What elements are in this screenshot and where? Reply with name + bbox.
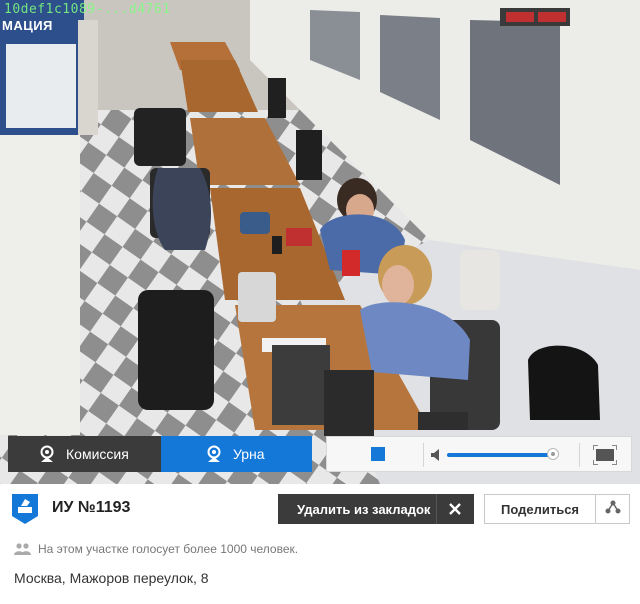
volume-slider[interactable] [447, 453, 553, 457]
fullscreen-icon[interactable] [592, 444, 618, 470]
video-feed[interactable]: 10def1c1089-...d4761 МАЦИЯ Комиссия Урна [0, 0, 640, 484]
camera-icon [38, 445, 56, 463]
share-options-button[interactable] [595, 494, 630, 524]
station-title: ИУ №1193 [52, 499, 131, 516]
camera-frame [0, 0, 640, 484]
stop-icon[interactable] [371, 447, 385, 461]
volume-slider-handle[interactable] [547, 448, 559, 460]
station-info: ИУ №1193 Удалить из закладок Поделиться [0, 484, 640, 604]
voters-count: На этом участке голосует более 1000 чело… [14, 542, 298, 556]
stream-id-overlay: 10def1c1089-...d4761 [4, 2, 171, 17]
close-icon[interactable] [448, 501, 462, 520]
camera-tab-urna[interactable]: Урна [161, 436, 312, 472]
ballot-box-icon [12, 494, 38, 529]
share-button[interactable]: Поделиться [484, 494, 596, 524]
volume-icon[interactable] [431, 448, 441, 466]
camera-icon [205, 445, 223, 463]
station-address: Москва, Мажоров переулок, 8 [14, 570, 209, 586]
voters-text: На этом участке голосует более 1000 чело… [38, 542, 299, 556]
share-label: Поделиться [500, 501, 580, 517]
remove-bookmark-button[interactable]: Удалить из закладок [278, 494, 474, 524]
poster-text: МАЦИЯ [2, 18, 53, 33]
camera-tab-komissia[interactable]: Комиссия [8, 436, 161, 472]
camera-tab-label: Урна [233, 446, 265, 462]
share-icon [605, 500, 621, 519]
remove-bookmark-label: Удалить из закладок [297, 501, 431, 517]
camera-tab-label: Комиссия [66, 446, 129, 462]
divider [423, 443, 424, 467]
player-controls: Комиссия Урна [8, 436, 632, 472]
playback-panel [326, 436, 632, 472]
divider [436, 494, 437, 524]
people-icon [14, 543, 32, 555]
divider [579, 443, 580, 467]
